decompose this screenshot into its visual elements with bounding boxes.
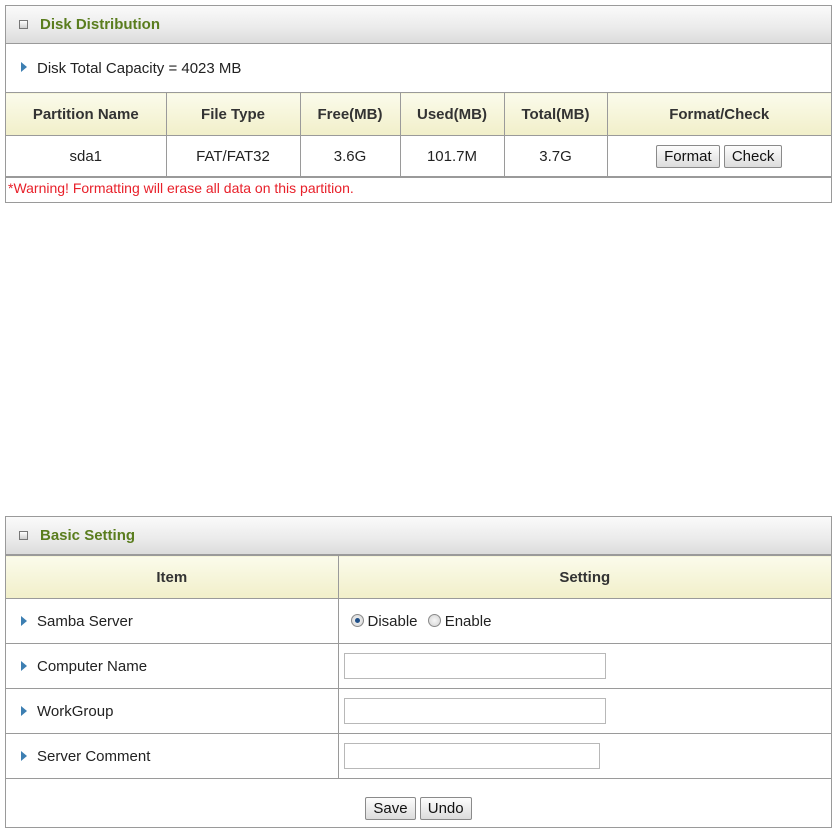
computer-name-input[interactable] [344, 653, 606, 679]
samba-server-setting: Disable Enable [338, 599, 831, 644]
samba-server-label: Samba Server [37, 613, 133, 630]
server-comment-label-cell: Server Comment [6, 734, 338, 779]
workgroup-label-cell: WorkGroup [6, 689, 338, 734]
samba-disable-radio[interactable] [351, 614, 364, 627]
server-comment-input[interactable] [344, 743, 600, 769]
undo-button[interactable]: Undo [420, 797, 472, 820]
format-check-cell: Format Check [607, 136, 831, 177]
computer-name-label-cell: Computer Name [6, 644, 338, 689]
samba-disable-label[interactable]: Disable [368, 613, 418, 630]
col-item: Item [6, 556, 338, 599]
total-cell: 3.7G [504, 136, 607, 177]
server-comment-row: Server Comment [6, 734, 831, 779]
bullet-arrow-icon [21, 62, 27, 72]
col-partition-name: Partition Name [6, 93, 166, 136]
disk-capacity: Disk Total Capacity = 4023 MB [6, 44, 831, 92]
computer-name-setting [338, 644, 831, 689]
panel-square-icon [19, 531, 28, 540]
workgroup-setting [338, 689, 831, 734]
basic-panel-title: Basic Setting [40, 527, 135, 544]
actions-row: Save Undo [6, 779, 831, 837]
bullet-arrow-icon [21, 706, 27, 716]
basic-panel-header: Basic Setting [6, 517, 831, 555]
samba-server-label-cell: Samba Server [6, 599, 338, 644]
workgroup-label: WorkGroup [37, 703, 113, 720]
workgroup-row: WorkGroup [6, 689, 831, 734]
computer-name-row: Computer Name [6, 644, 831, 689]
col-setting: Setting [338, 556, 831, 599]
computer-name-label: Computer Name [37, 658, 147, 675]
samba-enable-label[interactable]: Enable [445, 613, 492, 630]
bullet-arrow-icon [21, 616, 27, 626]
disk-panel-header: Disk Distribution [6, 6, 831, 44]
samba-enable-radio[interactable] [428, 614, 441, 627]
col-file-type: File Type [166, 93, 300, 136]
workgroup-input[interactable] [344, 698, 606, 724]
disk-distribution-panel: Disk Distribution Disk Total Capacity = … [5, 5, 832, 203]
used-cell: 101.7M [400, 136, 504, 177]
samba-server-row: Samba Server Disable Enable [6, 599, 831, 644]
col-total: Total(MB) [504, 93, 607, 136]
free-cell: 3.6G [300, 136, 400, 177]
basic-table-header: Item Setting [6, 556, 831, 599]
format-warning: *Warning! Formatting will erase all data… [6, 177, 831, 200]
save-button[interactable]: Save [365, 797, 415, 820]
partition-name-cell: sda1 [6, 136, 166, 177]
col-free: Free(MB) [300, 93, 400, 136]
col-format-check: Format/Check [607, 93, 831, 136]
col-used: Used(MB) [400, 93, 504, 136]
partition-table-header: Partition Name File Type Free(MB) Used(M… [6, 93, 831, 136]
disk-capacity-text: Disk Total Capacity = 4023 MB [37, 60, 241, 77]
partition-table: Partition Name File Type Free(MB) Used(M… [6, 92, 831, 177]
basic-setting-table: Item Setting Samba Server Disable Enable… [6, 555, 831, 837]
actions-cell: Save Undo [6, 779, 831, 837]
file-type-cell: FAT/FAT32 [166, 136, 300, 177]
panel-square-icon [19, 20, 28, 29]
basic-setting-panel: Basic Setting Item Setting Samba Server … [5, 516, 832, 828]
server-comment-label: Server Comment [37, 748, 150, 765]
format-button[interactable]: Format [656, 145, 720, 168]
table-row: sda1 FAT/FAT32 3.6G 101.7M 3.7G Format C… [6, 136, 831, 177]
bullet-arrow-icon [21, 661, 27, 671]
disk-panel-title: Disk Distribution [40, 16, 160, 33]
check-button[interactable]: Check [724, 145, 783, 168]
server-comment-setting [338, 734, 831, 779]
bullet-arrow-icon [21, 751, 27, 761]
